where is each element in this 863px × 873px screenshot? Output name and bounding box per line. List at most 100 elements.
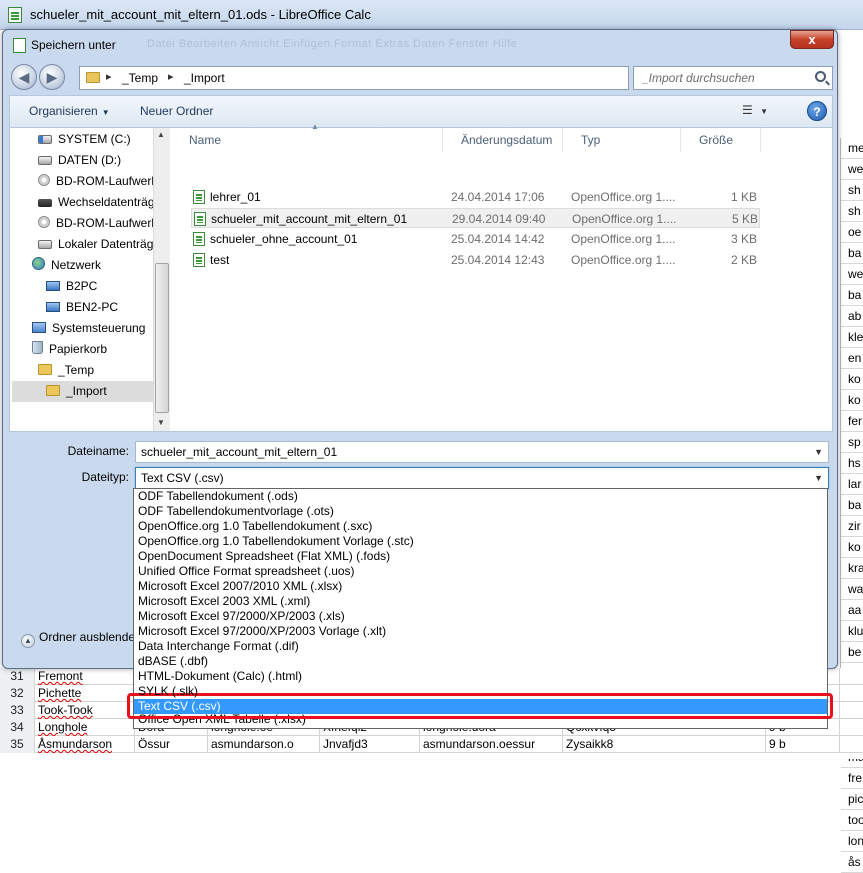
filetype-option[interactable]: Microsoft Excel 2007/2010 XML (.xlsx)	[134, 579, 827, 594]
breadcrumb-import[interactable]: _Import	[184, 71, 225, 85]
grid-cell[interactable]: ko	[841, 537, 863, 558]
filetype-option[interactable]: OpenOffice.org 1.0 Tabellendokument Vorl…	[134, 534, 827, 549]
grid-cell[interactable]: Jnvafjd3	[320, 736, 420, 753]
column-header-date[interactable]: Änderungsdatum	[443, 128, 563, 152]
nav-item[interactable]: DATEN (D:)	[10, 150, 153, 171]
grid-cell[interactable]: zir	[841, 516, 863, 537]
filetype-option[interactable]: ODF Tabellendokumentvorlage (.ots)	[134, 504, 827, 519]
forward-button[interactable]: ▶	[39, 64, 65, 90]
grid-cell[interactable]: too	[841, 810, 863, 831]
grid-cell[interactable]: Össur	[135, 736, 208, 753]
search-icon[interactable]	[815, 71, 826, 82]
back-button[interactable]: ◀	[11, 64, 37, 90]
filename-field[interactable]: schueler_mit_account_mit_eltern_01 ▼	[135, 441, 829, 463]
navigation-scrollbar[interactable]: ▲ ▼	[153, 128, 170, 431]
grid-cell[interactable]: klu	[841, 621, 863, 642]
nav-item[interactable]: Lokaler Datenträger	[10, 234, 153, 255]
grid-cell[interactable]: Zysaikk8	[563, 736, 766, 753]
filetype-option[interactable]: Text CSV (.csv)	[134, 699, 827, 714]
filetype-option[interactable]: OpenOffice.org 1.0 Tabellendokument (.sx…	[134, 519, 827, 534]
grid-cell[interactable]: ko	[841, 369, 863, 390]
filetype-option[interactable]: Microsoft Excel 97/2000/XP/2003 Vorlage …	[134, 624, 827, 639]
column-header-type[interactable]: Typ	[563, 128, 681, 152]
grid-cell[interactable]: ko	[841, 390, 863, 411]
close-button[interactable]: x	[790, 30, 834, 49]
grid-cell[interactable]: ab	[841, 306, 863, 327]
grid-cell[interactable]: lon	[841, 831, 863, 852]
grid-cell[interactable]: Longhole	[35, 719, 135, 736]
grid-cell[interactable]: me	[841, 138, 863, 159]
scroll-up-icon[interactable]: ▲	[157, 130, 165, 139]
nav-item[interactable]: Netzwerk	[10, 255, 153, 276]
grid-cell[interactable]: kra	[841, 558, 863, 579]
column-header-size[interactable]: Größe	[681, 128, 761, 152]
nav-item[interactable]: Wechseldatenträger	[10, 192, 153, 213]
file-row[interactable]: lehrer_01 24.04.2014 17:06 OpenOffice.org …	[191, 187, 760, 207]
nav-item[interactable]: SYSTEM (C:)	[10, 129, 153, 150]
grid-cell[interactable]: Took-Took	[35, 702, 135, 719]
grid-cell[interactable]: ba	[841, 285, 863, 306]
grid-cell[interactable]: lar	[841, 474, 863, 495]
file-row[interactable]: schueler_mit_account_mit_eltern_01 29.04.…	[191, 208, 760, 228]
filetype-option[interactable]: OpenDocument Spreadsheet (Flat XML) (.fo…	[134, 549, 827, 564]
grid-cell[interactable]: pic	[841, 789, 863, 810]
grid-cell[interactable]: oe	[841, 222, 863, 243]
grid-cell[interactable]: sp	[841, 432, 863, 453]
organize-button[interactable]: Organisieren ▼	[29, 104, 110, 118]
grid-cell[interactable]: Fremont	[35, 668, 135, 685]
filetype-option[interactable]: Microsoft Excel 2003 XML (.xml)	[134, 594, 827, 609]
new-folder-button[interactable]: Neuer Ordner	[140, 104, 213, 118]
grid-cell[interactable]: be	[841, 642, 863, 663]
chevron-down-icon[interactable]: ▼	[814, 468, 823, 488]
grid-cell[interactable]: ba	[841, 243, 863, 264]
nav-item[interactable]: B2PC	[10, 276, 153, 297]
grid-cell[interactable]: fre	[841, 768, 863, 789]
search-box[interactable]	[633, 66, 833, 90]
file-row[interactable]: schueler_ohne_account_01 25.04.2014 14:42…	[191, 229, 760, 249]
grid-cell[interactable]: en	[841, 348, 863, 369]
column-header-name[interactable]: Name	[171, 128, 443, 152]
row-header[interactable]: 32	[0, 685, 35, 702]
grid-cell[interactable]: asmundarson.o	[208, 736, 320, 753]
grid-cell[interactable]: Pichette	[35, 685, 135, 702]
filetype-option[interactable]: ODF Tabellendokument (.ods)	[134, 489, 827, 504]
scroll-down-icon[interactable]: ▼	[157, 418, 165, 427]
grid-cell[interactable]: Åsmundarson	[35, 736, 135, 753]
grid-cell[interactable]: aa	[841, 600, 863, 621]
search-input[interactable]	[640, 68, 810, 88]
nav-item[interactable]: BD-ROM-Laufwerk	[10, 171, 153, 192]
row-header[interactable]: 31	[0, 668, 35, 685]
grid-cell[interactable]: ås	[841, 852, 863, 873]
grid-cell[interactable]: sh	[841, 180, 863, 201]
nav-item[interactable]: Systemsteuerung	[10, 318, 153, 339]
filetype-option[interactable]: Data Interchange Format (.dif)	[134, 639, 827, 654]
scrollbar-thumb[interactable]	[155, 263, 169, 413]
row-header[interactable]: 33	[0, 702, 35, 719]
grid-cell[interactable]: asmundarson.oessur	[420, 736, 563, 753]
grid-cell[interactable]: fer	[841, 411, 863, 432]
nav-item[interactable]: _Temp	[10, 360, 153, 381]
breadcrumb-temp[interactable]: _Temp	[122, 71, 158, 85]
grid-cell[interactable]: wa	[841, 579, 863, 600]
row-header[interactable]: 34	[0, 719, 35, 736]
grid-cell[interactable]: we	[841, 159, 863, 180]
filetype-option[interactable]: SYLK (.slk)	[134, 684, 827, 699]
grid-cell[interactable]: hs	[841, 453, 863, 474]
file-row[interactable]: test 25.04.2014 12:43 OpenOffice.org 1....…	[191, 250, 760, 270]
view-options-button[interactable]: ☰ ▼	[742, 103, 768, 117]
filetype-option[interactable]: dBASE (.dbf)	[134, 654, 827, 669]
grid-cell[interactable]: we	[841, 264, 863, 285]
grid-cell[interactable]: kle	[841, 327, 863, 348]
nav-item[interactable]: BEN2-PC	[10, 297, 153, 318]
grid-cell[interactable]: 9 b	[766, 736, 840, 753]
nav-item[interactable]: BD-ROM-Laufwerk	[10, 213, 153, 234]
address-bar[interactable]: ▸ _Temp ▸ _Import ▼ ⇄	[79, 66, 693, 90]
filetype-select[interactable]: Text CSV (.csv) ▼	[135, 467, 829, 489]
filetype-option[interactable]: Unified Office Format spreadsheet (.uos)	[134, 564, 827, 579]
grid-cell[interactable]: ba	[841, 495, 863, 516]
help-button[interactable]: ?	[807, 101, 827, 121]
filetype-option[interactable]: HTML-Dokument (Calc) (.html)	[134, 669, 827, 684]
filetype-option[interactable]: Microsoft Excel 97/2000/XP/2003 (.xls)	[134, 609, 827, 624]
grid-cell[interactable]: sh	[841, 201, 863, 222]
row-header[interactable]: 35	[0, 736, 35, 753]
